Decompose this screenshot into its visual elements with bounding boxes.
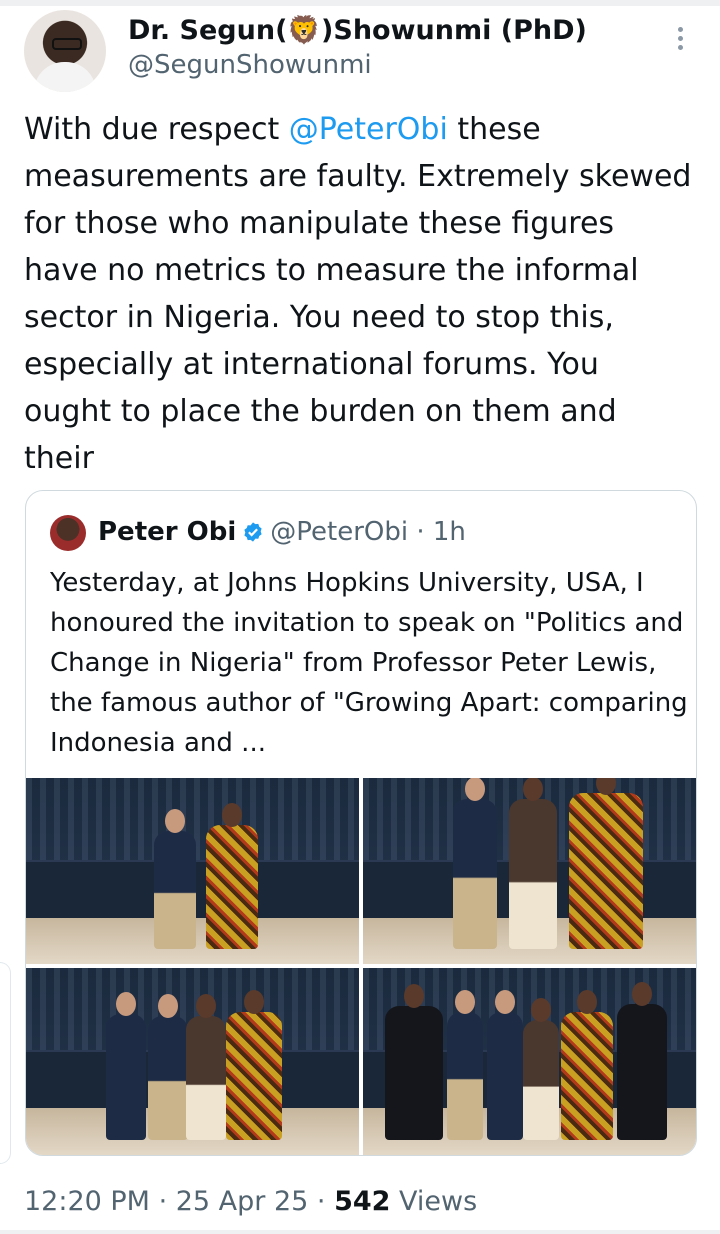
lion-emoji-icon: 🦁 [287, 15, 322, 46]
photo-2[interactable] [363, 778, 696, 964]
tweet-text-rest: these measurements are faulty. Extremely… [24, 112, 692, 476]
author-name-prefix: Dr. Segun( [128, 15, 288, 46]
tweet-text-start: With due respect [24, 112, 289, 147]
more-options-icon[interactable] [668, 24, 692, 54]
photo-grid [26, 778, 696, 1155]
views-count[interactable]: 542 [334, 1186, 390, 1217]
quoted-tweet-header: Peter Obi @PeterObi · 1h [98, 517, 466, 547]
photo-1[interactable] [26, 778, 359, 964]
avatar-shirt [34, 62, 96, 92]
tweet-timestamp: 12:20 PM · 25 Apr 25 · 542 Views [24, 1186, 477, 1217]
quoted-tweet-age[interactable]: 1h [433, 517, 466, 547]
avatar-glasses [52, 38, 82, 50]
timestamp-separator-1: · [149, 1186, 176, 1217]
tweet-text: With due respect @PeterObi these measure… [24, 106, 694, 482]
quoted-tweet-card[interactable]: Peter Obi @PeterObi · 1h Yesterday, at J… [25, 490, 697, 1156]
author-handle[interactable]: @SegunShowunmi [128, 50, 372, 80]
tweet-date[interactable]: 25 Apr 25 [176, 1186, 309, 1217]
quoted-meta-separator: · [408, 517, 433, 547]
side-panel-edge [0, 962, 11, 1164]
quoted-author-avatar[interactable] [50, 515, 86, 551]
author-name-suffix: )Showunmi (PhD) [321, 15, 587, 46]
photo-4[interactable] [363, 968, 696, 1155]
verified-badge-icon [244, 522, 262, 542]
author-avatar[interactable] [24, 10, 106, 92]
author-name[interactable]: Dr. Segun(🦁)Showunmi (PhD) [128, 14, 587, 46]
quoted-author-handle[interactable]: @PeterObi [270, 517, 408, 547]
top-divider [0, 0, 720, 6]
timestamp-separator-2: · [308, 1186, 335, 1217]
quoted-author-name[interactable]: Peter Obi [98, 517, 236, 547]
mention-link[interactable]: @PeterObi [289, 112, 448, 147]
photo-3[interactable] [26, 968, 359, 1155]
quoted-tweet-text: Yesterday, at Johns Hopkins University, … [50, 568, 688, 758]
bottom-divider [0, 1230, 720, 1234]
tweet-time[interactable]: 12:20 PM [24, 1186, 150, 1217]
views-label[interactable]: Views [390, 1186, 477, 1217]
